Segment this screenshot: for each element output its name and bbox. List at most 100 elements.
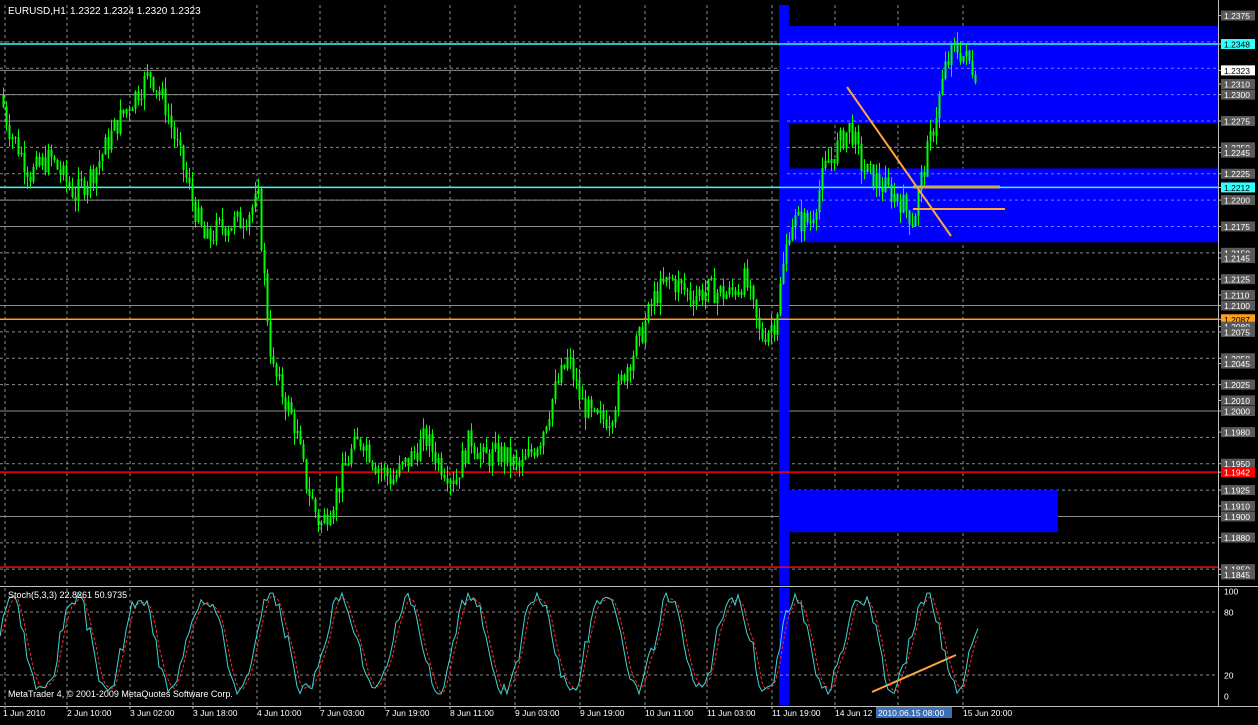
price-tick: 1.1942 [1218, 467, 1255, 478]
price-tick: 1.2010 [1218, 395, 1255, 406]
svg-text:10 Jun 11:00: 10 Jun 11:00 [645, 708, 694, 718]
candle [866, 163, 869, 173]
svg-text:15 Jun 20:00: 15 Jun 20:00 [963, 708, 1012, 718]
price-label: 1.2175 [1224, 222, 1250, 232]
candle [635, 333, 638, 358]
candle [467, 430, 470, 464]
price-label: 1.2200 [1224, 196, 1250, 206]
price-label: 1.2025 [1224, 380, 1250, 390]
time-label: 1 Jun 2010 [3, 706, 45, 718]
time-label: 4 Jun 10:00 [256, 706, 302, 718]
stoch-level-label: 20 [1224, 671, 1234, 681]
price-tick: 1.2323 [1218, 65, 1255, 76]
svg-text:11 Jun 19:00: 11 Jun 19:00 [772, 708, 821, 718]
price-label: 1.2212 [1224, 183, 1250, 193]
price-tick: 1.2375 [1218, 10, 1255, 21]
svg-text:14 Jun 12: 14 Jun 12 [835, 708, 873, 718]
svg-text:3 Jun 18:00: 3 Jun 18:00 [193, 708, 238, 718]
time-label: 11 Jun 19:00 [771, 706, 821, 718]
price-tick: 1.2200 [1218, 195, 1255, 206]
candle [872, 164, 875, 191]
price-label: 1.2100 [1224, 301, 1250, 311]
price-label: 1.2348 [1224, 40, 1250, 50]
zone-rect [787, 490, 1058, 533]
price-tick: 1.2110 [1218, 290, 1255, 301]
price-label: 1.1910 [1224, 501, 1250, 511]
price-label: 1.1900 [1224, 512, 1250, 522]
time-label: 7 Jun 19:00 [384, 706, 430, 718]
price-tick: 1.1900 [1218, 511, 1255, 522]
price-label: 1.2110 [1224, 291, 1250, 301]
price-tick: 1.1845 [1218, 569, 1255, 580]
time-label: 3 Jun 02:00 [129, 706, 175, 718]
price-tick: 1.2245 [1218, 147, 1255, 158]
candle [56, 158, 59, 171]
price-label: 1.2010 [1224, 396, 1250, 406]
zone-rect [787, 168, 1218, 243]
price-label: 1.2075 [1224, 327, 1250, 337]
time-label: 10 Jun 11:00 [644, 706, 694, 718]
time-label: 8 Jun 11:00 [449, 706, 494, 718]
svg-text:2 Jun 10:00: 2 Jun 10:00 [67, 708, 112, 718]
svg-text:8 Jun 11:00: 8 Jun 11:00 [450, 708, 494, 718]
price-tick: 1.2075 [1218, 326, 1255, 337]
price-label: 1.1980 [1224, 428, 1250, 438]
svg-text:9 Jun 03:00: 9 Jun 03:00 [515, 708, 560, 718]
candle [647, 301, 650, 324]
svg-text:7 Jun 19:00: 7 Jun 19:00 [385, 708, 430, 718]
price-label: 1.1942 [1224, 468, 1250, 478]
candle [260, 186, 263, 252]
price-tick: 1.2045 [1218, 358, 1255, 369]
chart-window[interactable]: 1.2375 1.2348 1.2323 1.2310 1.2300 1.2275 1.22… [0, 0, 1258, 720]
price-label: 1.1925 [1224, 486, 1250, 496]
price-tick: 1.1925 [1218, 485, 1255, 496]
svg-text:11 Jun 03:00: 11 Jun 03:00 [707, 708, 756, 718]
chart-header: EURUSD,H1 [8, 6, 66, 17]
price-tick: 1.2225 [1218, 168, 1255, 179]
candle [152, 76, 155, 93]
price-tick: 1.2025 [1218, 379, 1255, 390]
price-label: 1.2045 [1224, 359, 1250, 369]
svg-text:3 Jun 02:00: 3 Jun 02:00 [130, 708, 175, 718]
time-label: 11 Jun 03:00 [706, 706, 756, 718]
svg-text:4 Jun 10:00: 4 Jun 10:00 [257, 708, 302, 718]
time-label: 7 Jun 03:00 [319, 706, 365, 718]
price-tick: 1.2300 [1218, 89, 1255, 100]
chart-ohlc: 1.2322 1.2324 1.2320 1.2323 [70, 6, 201, 17]
price-label: 1.1880 [1224, 533, 1250, 543]
time-label: 2010.06.15 08:00 [876, 706, 952, 718]
candle [266, 269, 269, 326]
copyright-text: MetaTrader 4, © 2001-2009 MetaQuotes Sof… [8, 689, 233, 699]
price-tick: 1.1880 [1218, 532, 1255, 543]
candle [842, 127, 845, 151]
price-tick: 1.1910 [1218, 500, 1255, 511]
price-tick: 1.2348 [1218, 39, 1255, 50]
price-label: 1.2000 [1224, 407, 1250, 417]
svg-text:1 Jun 2010: 1 Jun 2010 [3, 708, 45, 718]
svg-text:2010.06.15 08:00: 2010.06.15 08:00 [878, 708, 944, 718]
price-label: 1.2245 [1224, 148, 1250, 158]
price-label: 1.2225 [1224, 169, 1250, 179]
time-label: 2 Jun 10:00 [66, 706, 112, 718]
indicator-title: Stoch(5,3,3) 22.8261 50.9735 [8, 590, 127, 600]
zone-rect [787, 26, 1218, 124]
price-tick: 1.2175 [1218, 221, 1255, 232]
price-tick: 1.2100 [1218, 300, 1255, 311]
candle [305, 458, 308, 494]
price-label: 1.2145 [1224, 254, 1250, 264]
time-label: 9 Jun 19:00 [579, 706, 625, 718]
price-tick: 1.2145 [1218, 253, 1255, 264]
svg-text:9 Jun 19:00: 9 Jun 19:00 [580, 708, 625, 718]
price-tick: 1.2275 [1218, 116, 1255, 127]
time-label: 3 Jun 18:00 [192, 706, 238, 718]
stoch-level-label: 80 [1224, 608, 1234, 618]
stoch-level-label: 0 [1224, 692, 1229, 702]
price-axis: 1.2375 1.2348 1.2323 1.23101.2300 1.2275 1.22… [1218, 10, 1255, 580]
price-tick: 1.2212 [1218, 182, 1255, 193]
price-chart[interactable]: 1.2375 1.2348 1.2323 1.23101.2300 1.2275 1.22… [0, 0, 1258, 720]
candle [926, 135, 929, 177]
price-label: 1.1845 [1224, 570, 1250, 580]
price-label: 1.2275 [1224, 117, 1250, 127]
stoch-level-label: 100 [1224, 587, 1238, 597]
price-label: 1.2375 [1224, 11, 1250, 21]
